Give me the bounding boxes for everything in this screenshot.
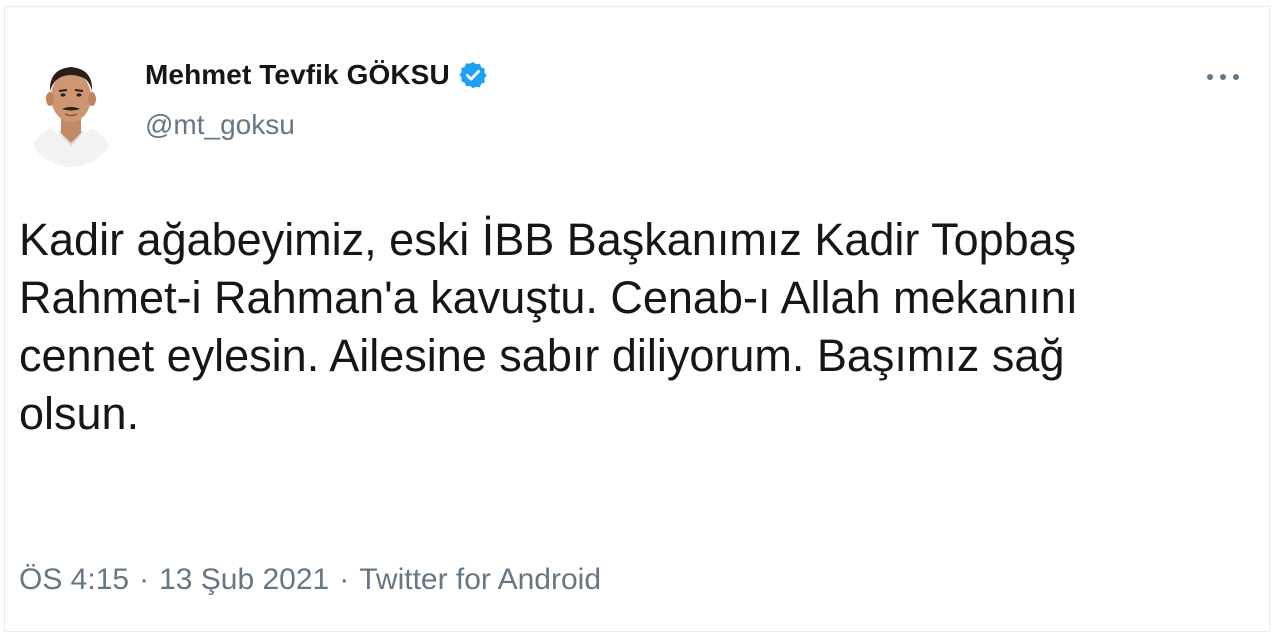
user-name-row: Mehmet Tevfik GÖKSU [145,55,488,95]
user-handle[interactable]: @mt_goksu [145,109,295,141]
tweet-time[interactable]: ÖS 4:15 [19,563,129,597]
tweet-text-line: olsun. [19,388,140,439]
tweet-text: Kadir ağabeyimiz, eski İBB Başkanımız Ka… [19,211,1219,443]
tweet-text-line: Kadir ağabeyimiz, eski İBB Başkanımız Ka… [19,214,1077,265]
tweet-text-line: Rahmet-i Rahman'a kavuştu. Cenab-ı Allah… [19,272,1079,323]
more-dot [1220,74,1226,80]
verified-badge-icon [458,60,488,90]
tweet-date[interactable]: 13 Şub 2021 [159,563,329,597]
display-name[interactable]: Mehmet Tevfik GÖKSU [145,59,450,91]
more-dot [1207,74,1213,80]
avatar[interactable] [19,39,123,167]
tweet-meta: ÖS 4:15 · 13 Şub 2021 · Twitter for Andr… [19,563,601,597]
more-dot [1233,74,1239,80]
more-options-icon[interactable] [1201,61,1245,93]
meta-separator: · [139,563,150,596]
tweet-text-line: cennet eylesin. Ailesine sabır diliyorum… [19,330,1065,381]
meta-separator: · [339,563,350,596]
tweet-card: Mehmet Tevfik GÖKSU @mt_goksu Kadir ağab… [4,6,1270,632]
tweet-source[interactable]: Twitter for Android [359,563,601,597]
profile-photo-icon [27,67,115,167]
